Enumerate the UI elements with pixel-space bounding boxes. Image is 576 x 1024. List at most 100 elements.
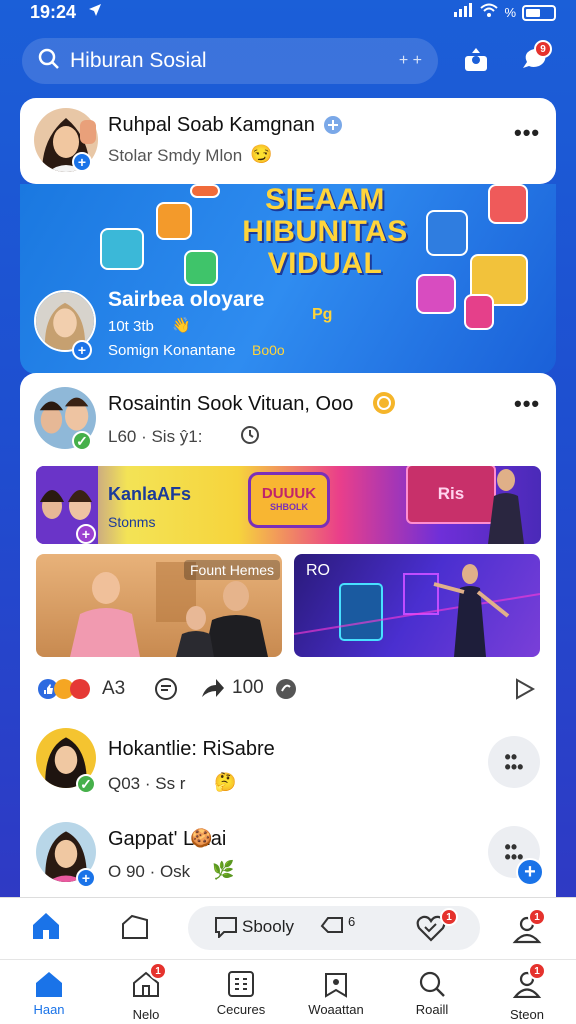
home-icon bbox=[36, 972, 62, 997]
clock-icon bbox=[240, 425, 260, 450]
status-icons: % bbox=[454, 3, 556, 22]
banner-pg-label: Pg bbox=[312, 306, 333, 323]
search-query[interactable]: Hiburan Sosial bbox=[70, 49, 399, 73]
bag-icon[interactable] bbox=[120, 912, 150, 947]
nav-notifications[interactable]: 1 Nelo bbox=[106, 962, 186, 1022]
more-options-icon[interactable]: ••• bbox=[514, 120, 540, 146]
floating-add-button[interactable]: + bbox=[516, 858, 544, 886]
game-tile-icon bbox=[426, 210, 468, 256]
save-button[interactable] bbox=[274, 677, 298, 701]
user-row-2[interactable]: + bbox=[36, 822, 96, 888]
status-time: 19:24 bbox=[30, 2, 77, 22]
nav-profile[interactable]: 1 Steon bbox=[487, 962, 567, 1022]
post-card-1[interactable]: + Ruhpal Soab Kamgnan Stolar Smdy Mlon 😏… bbox=[20, 98, 556, 184]
banner-title-line3: VIDUAL bbox=[267, 247, 383, 280]
banner-user-sub: 10t 3tb bbox=[108, 318, 154, 335]
post-author-name[interactable]: Ruhpal Soab Kamgnan bbox=[108, 114, 315, 137]
game-tile-icon bbox=[464, 294, 494, 330]
grid-dots-icon: •• ••• bbox=[504, 747, 524, 777]
nav-label: Cecures bbox=[216, 1002, 266, 1017]
banner-title-line2: HIBUNITAS bbox=[242, 215, 408, 248]
strip-subtitle: Stonms bbox=[108, 514, 156, 530]
notification-badge: 1 bbox=[149, 962, 167, 980]
photo-label: Fount Hemes bbox=[184, 560, 281, 580]
more-options-icon[interactable]: ••• bbox=[514, 391, 540, 417]
user-name[interactable]: Hokantlie: RiSabre bbox=[108, 738, 275, 761]
grid-icon bbox=[228, 971, 254, 997]
user-options-button[interactable]: •• ••• bbox=[488, 736, 540, 788]
grid-dots-icon: •• ••• bbox=[504, 837, 524, 867]
reactions-count: A3 bbox=[102, 678, 126, 699]
nav-woaattan[interactable]: Woaattan bbox=[296, 970, 376, 1017]
home-tab-icon[interactable] bbox=[30, 910, 62, 947]
bookmark-icon bbox=[276, 679, 296, 699]
featured-banner[interactable]: SIEAAM HIBUNITAS VIDUAL + Sairbea oloyar… bbox=[20, 184, 556, 374]
verified-icon bbox=[324, 116, 342, 139]
search-bar[interactable]: Hiburan Sosial + + bbox=[22, 38, 438, 84]
nav-cecures[interactable]: Cecures bbox=[201, 970, 281, 1017]
user-row-1[interactable]: ✓ bbox=[36, 728, 96, 794]
banner-user-name[interactable]: Sairbea oloyare bbox=[108, 288, 264, 312]
promo-strip[interactable]: + KanlaAFs Stonms DUUUK SHBOLK Ris bbox=[36, 466, 541, 544]
create-post-button[interactable] bbox=[456, 40, 496, 80]
pill-item-chat[interactable]: Sbooly bbox=[214, 916, 294, 938]
chat-bubble-icon bbox=[215, 917, 237, 938]
banner-title: SIEAAM HIBUNITAS VIDUAL bbox=[235, 184, 415, 280]
play-icon bbox=[516, 678, 536, 700]
emoji-icon: 🌿 bbox=[212, 860, 235, 880]
map-pin-icon bbox=[325, 973, 347, 998]
location-arrow-icon bbox=[88, 3, 102, 22]
play-button[interactable] bbox=[512, 677, 536, 701]
emoji-icon: 🍪 bbox=[190, 828, 213, 848]
post-meta: L60 · Sis ŷ1: bbox=[108, 427, 203, 446]
nav-label: Nelo bbox=[132, 1007, 160, 1022]
online-status-icon: ✓ bbox=[72, 431, 92, 451]
pill-item1-label: Sbooly bbox=[242, 917, 294, 936]
status-bar: 19:24 % bbox=[0, 0, 576, 26]
share-icon bbox=[202, 679, 224, 697]
reactions-row: A3 100 bbox=[36, 675, 541, 705]
game-tile-icon bbox=[488, 184, 528, 224]
comment-icon bbox=[155, 678, 177, 700]
add-friend-icon[interactable]: + bbox=[72, 152, 92, 172]
heart-tab-icon[interactable]: 1 bbox=[416, 908, 458, 947]
messages-button[interactable]: 9 bbox=[514, 40, 554, 80]
notification-badge: 1 bbox=[528, 962, 546, 980]
emoji-icon: 🤔 bbox=[214, 772, 237, 792]
pill-item-reply[interactable]: 6 bbox=[320, 914, 355, 938]
post-photo-1[interactable]: Fount Hemes bbox=[36, 554, 282, 657]
pill-item2-label: 6 bbox=[348, 914, 356, 929]
banner-caption: Somign Konantane bbox=[108, 342, 236, 359]
nav-home[interactable]: Haan bbox=[9, 970, 89, 1017]
nav-label: Roaill bbox=[415, 1002, 449, 1017]
add-friend-icon[interactable]: + bbox=[76, 868, 96, 888]
game-tile-icon bbox=[100, 228, 144, 270]
nav-search[interactable]: Roaill bbox=[392, 970, 472, 1017]
secondary-avatar bbox=[80, 120, 96, 144]
nav-label: Steon bbox=[510, 1007, 544, 1022]
search-icon bbox=[419, 971, 445, 997]
reactions-summary[interactable]: A3 bbox=[36, 677, 125, 701]
performer-figure bbox=[476, 466, 536, 544]
add-friend-icon[interactable]: + bbox=[72, 340, 92, 360]
post-author-name[interactable]: Rosaintin Sook Vituan, Ooo bbox=[108, 393, 353, 416]
strip-badge-line1: DUUUK bbox=[261, 485, 317, 502]
coin-icon bbox=[372, 391, 396, 420]
share-button[interactable]: 100 bbox=[200, 677, 264, 699]
reply-icon bbox=[320, 917, 343, 933]
post-photo-2[interactable]: RO bbox=[294, 554, 540, 657]
add-icon[interactable]: + bbox=[76, 524, 96, 544]
user-meta: O 90 · Osk bbox=[108, 862, 191, 881]
online-status-icon: ✓ bbox=[76, 774, 96, 794]
comment-button[interactable] bbox=[154, 677, 178, 701]
photo-label: RO bbox=[306, 562, 330, 579]
hand-emoji-icon: 👋 bbox=[172, 317, 191, 334]
nav-label: Haan bbox=[33, 1002, 65, 1017]
emoji-icon: 😏 bbox=[250, 144, 273, 164]
profile-tab-icon[interactable]: 1 bbox=[512, 908, 546, 949]
game-tile-icon bbox=[156, 202, 192, 240]
battery-icon bbox=[522, 4, 556, 21]
notification-badge: 9 bbox=[534, 40, 552, 58]
strip-badge-line2: SHBOLK bbox=[270, 502, 308, 512]
sparkle-icon[interactable]: + + bbox=[399, 52, 422, 70]
